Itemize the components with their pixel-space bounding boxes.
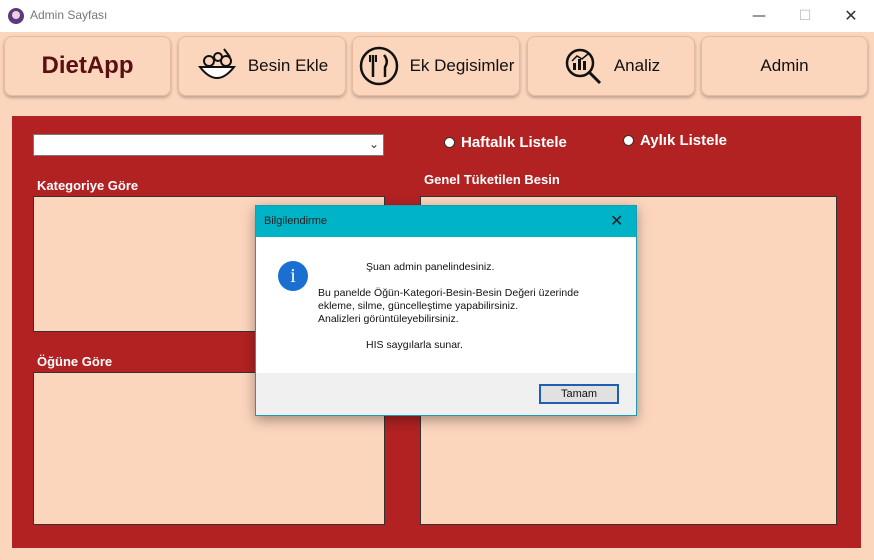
ok-button[interactable]: Tamam <box>539 384 619 404</box>
besin-ekle-label: Besin Ekle <box>247 56 329 75</box>
general-heading: Genel Tüketilen Besin <box>424 172 560 187</box>
dialog-line-4: Analizleri görüntüleyebilirsiniz. <box>318 313 459 325</box>
dialog-title-bar: Bilgilendirme ✕ <box>256 206 636 237</box>
radio-weekly-label: Haftalık Listele <box>461 134 567 151</box>
info-dialog: Bilgilendirme ✕ i Şuan admin panelindesi… <box>255 205 637 416</box>
dialog-line-1: Şuan admin panelindesiniz. <box>366 261 495 273</box>
dialog-line-3: ekleme, silme, güncelleştime yapabilirsi… <box>318 300 519 312</box>
radio-monthly-dot[interactable] <box>623 135 634 146</box>
maximize-button[interactable]: ☐ <box>782 0 828 32</box>
dialog-title: Bilgilendirme <box>264 215 327 227</box>
window-title: Admin Sayfası <box>30 8 108 22</box>
info-icon: i <box>278 261 308 291</box>
close-window-button[interactable]: ✕ <box>828 0 874 32</box>
admin-button[interactable]: Admin <box>701 36 868 96</box>
analytics-magnifier-icon <box>565 48 601 85</box>
radio-monthly-label: Aylık Listele <box>640 132 727 149</box>
radio-weekly[interactable]: Haftalık Listele <box>444 134 567 151</box>
besin-ekle-button[interactable]: Besin Ekle <box>178 36 346 96</box>
salad-bowl-icon <box>197 48 236 79</box>
analiz-label: Analiz <box>613 56 661 75</box>
app-avatar-icon <box>8 8 24 24</box>
category-heading: Kategoriye Göre <box>37 178 139 193</box>
minimize-button[interactable]: — <box>736 0 782 32</box>
close-icon[interactable]: ✕ <box>610 211 623 230</box>
fork-knife-icon <box>359 46 398 86</box>
admin-label: Admin <box>760 56 809 75</box>
brand-label: DietApp <box>41 52 134 79</box>
ek-degisimler-label: Ek Degisimler <box>409 56 515 75</box>
dietapp-button[interactable]: DietApp <box>4 36 171 96</box>
radio-weekly-dot[interactable] <box>444 137 455 148</box>
meal-heading: Öğüne Göre <box>37 354 113 369</box>
title-bar: Admin Sayfası — ☐ ✕ <box>0 0 874 32</box>
dialog-line-2: Bu panelde Öğün-Kategori-Besin-Besin Değ… <box>318 287 579 299</box>
chevron-down-icon[interactable]: ⌄ <box>369 137 379 151</box>
analiz-button[interactable]: Analiz <box>527 36 695 96</box>
ek-degisimler-button[interactable]: Ek Degisimler <box>352 36 520 96</box>
dialog-line-5: HIS saygılarla sunar. <box>366 339 463 351</box>
filter-combobox[interactable]: ⌄ <box>33 134 384 156</box>
radio-monthly[interactable]: Aylık Listele <box>623 132 727 149</box>
